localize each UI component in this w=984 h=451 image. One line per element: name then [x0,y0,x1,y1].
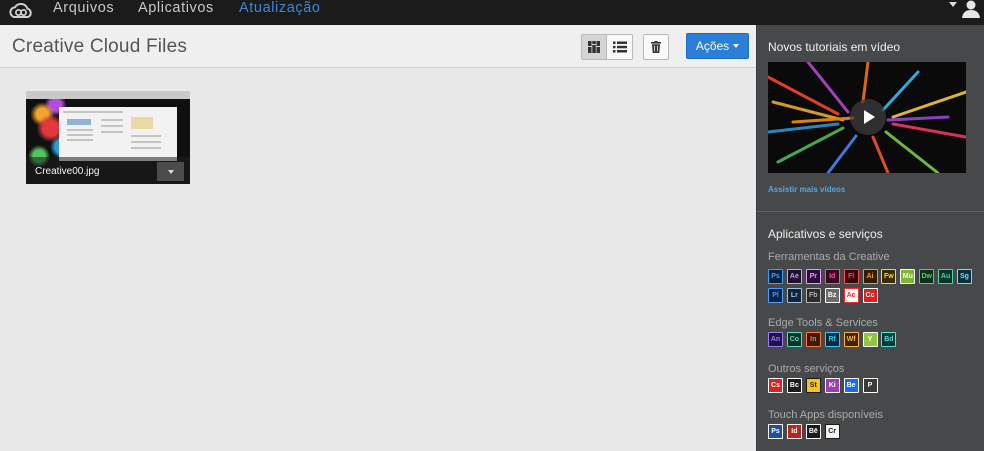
app-icon-ac[interactable]: Ac [843,288,859,303]
app-icon-co[interactable]: Co [786,332,802,347]
play-icon [864,110,875,124]
app-icon-sg[interactable]: Sg [957,269,972,284]
app-icon-ki[interactable]: Ki [824,378,840,393]
thumbnail-webpage [59,107,177,161]
app-icon-y[interactable]: Y [862,332,878,347]
page-title: Creative Cloud Files [12,36,188,57]
more-videos-link[interactable]: Assistir mais vídeos [768,185,845,194]
main-content: Creative Cloud Files Ações Creative00.jp… [0,25,756,451]
list-view-icon [612,41,627,53]
sidebar-divider [757,211,984,212]
group-title-other-services: Outros serviços [768,363,845,375]
app-icon-cr[interactable]: Cr [824,424,840,439]
app-icon-pr[interactable]: Pr [805,269,821,284]
app-icon-p[interactable]: P [862,378,878,393]
app-icon-in[interactable]: In [805,332,821,347]
nav-tab-atualizacao[interactable]: Atualização [239,0,321,25]
view-mode-toggle [581,34,633,60]
chevron-down-icon [167,169,174,174]
file-name: Creative00.jpg [35,166,100,177]
app-icon-id[interactable]: Id [824,269,840,284]
nav-tab-aplicativos[interactable]: Aplicativos [138,0,214,25]
app-icon-ps[interactable]: Ps [768,269,783,284]
nav-tab-arquivos[interactable]: Arquivos [53,0,114,25]
file-card[interactable]: Creative00.jpg [26,91,190,184]
right-sidebar: Novos tutoriais em vídeo Assistir mais v… [756,25,984,451]
file-options-button[interactable] [157,162,184,181]
app-icon-lr[interactable]: Lr [786,288,802,303]
creative-cloud-logo-icon[interactable] [8,1,34,23]
chevron-down-icon [733,44,740,48]
group-title-edge-tools: Edge Tools & Services [768,317,878,329]
actions-button-label: Ações [695,39,730,53]
app-icon-mu[interactable]: Mu [900,269,916,284]
list-view-button[interactable] [607,35,632,59]
group-title-creative-tools: Ferramentas da Creative [768,251,890,263]
app-icon-cc[interactable]: Cc [862,288,878,303]
app-icon-dw[interactable]: Dw [919,269,935,284]
app-icon-bz[interactable]: Bz [824,288,840,303]
app-icon-ps[interactable]: Ps [768,424,783,439]
app-icon-an[interactable]: An [768,332,783,347]
grid-view-button[interactable] [582,35,607,59]
top-nav-bar: Arquivos Aplicativos Atualização [0,0,984,25]
group-title-touch-apps: Touch Apps disponíveis [768,409,883,421]
app-icon-cs[interactable]: Cs [768,378,783,393]
tutorial-video-player[interactable] [768,62,966,173]
app-icon-ai[interactable]: Ai [862,269,878,284]
delete-button[interactable] [643,34,669,60]
actions-dropdown-button[interactable]: Ações [686,33,749,59]
app-icon-bē[interactable]: Bē [805,424,821,439]
user-avatar-icon[interactable] [960,0,982,18]
thumbnail-browser-bar [26,91,190,99]
app-icon-fw[interactable]: Fw [881,269,897,284]
app-icon-bc[interactable]: Bc [786,378,802,393]
play-button[interactable] [850,99,886,135]
app-icon-au[interactable]: Au [938,269,954,284]
app-icon-id[interactable]: Id [786,424,802,439]
files-header: Creative Cloud Files Ações [0,25,756,68]
app-icon-rf[interactable]: Rf [824,332,840,347]
tutorials-heading: Novos tutoriais em vídeo [768,40,901,54]
app-icon-wf[interactable]: Wf [843,332,859,347]
trash-icon [651,41,661,53]
app-icon-st[interactable]: St [805,378,821,393]
apps-services-heading: Aplicativos e serviços [768,227,883,241]
app-icon-pl[interactable]: Pl [768,288,783,303]
grid-view-icon [588,41,600,53]
app-icon-fb[interactable]: Fb [805,288,821,303]
app-icon-ae[interactable]: Ae [786,269,802,284]
app-icon-be[interactable]: Be [843,378,859,393]
app-icon-fl[interactable]: Fl [843,269,859,284]
app-icon-bd[interactable]: Bd [881,332,897,347]
account-menu-chevron-down-icon[interactable] [949,2,957,7]
